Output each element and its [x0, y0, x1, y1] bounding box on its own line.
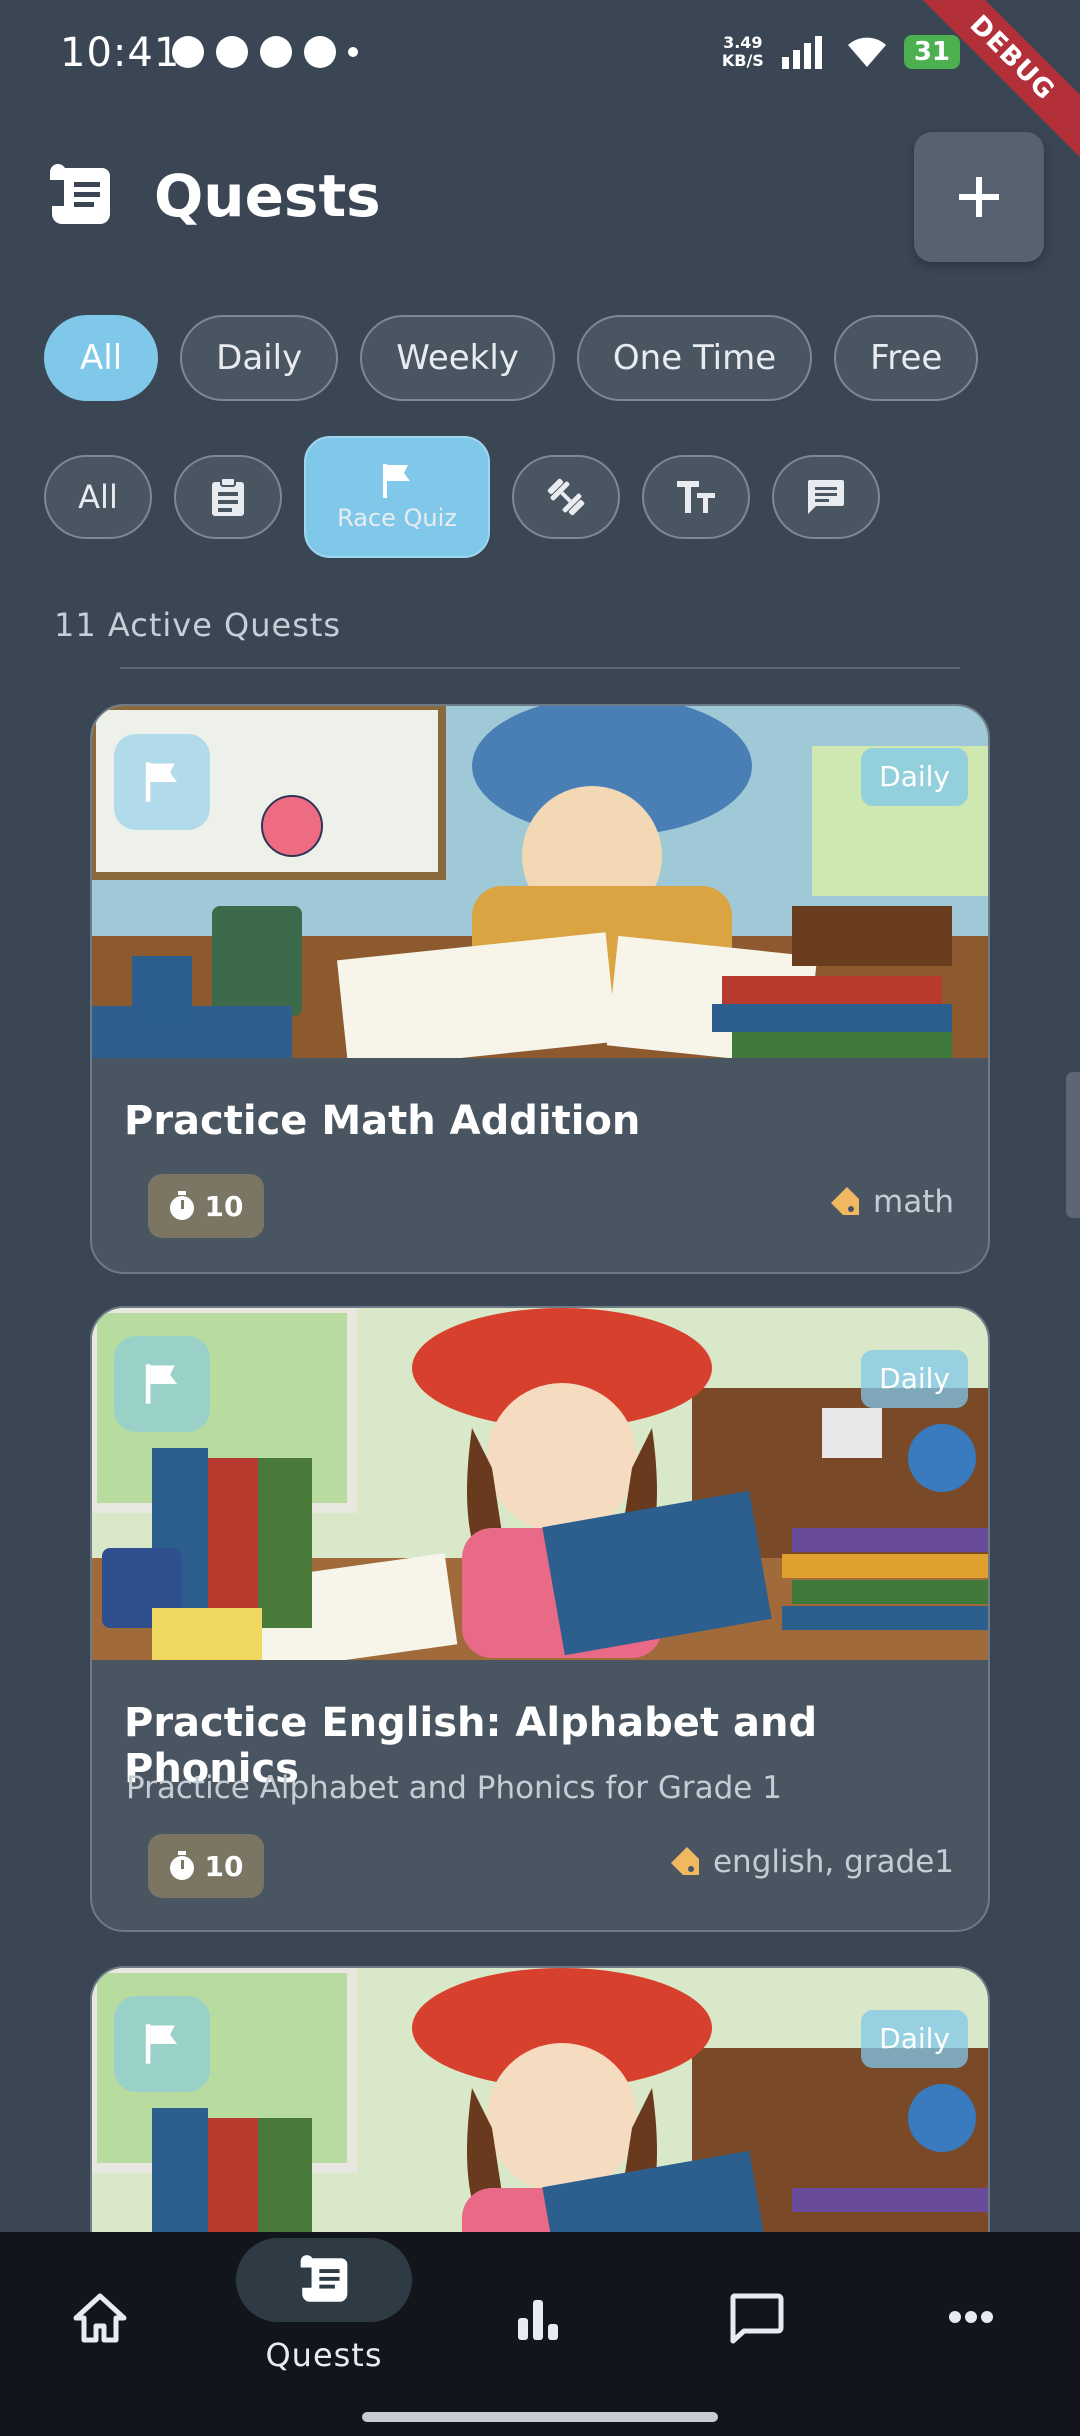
frequency-filter-row: All Daily Weekly One Time Free: [44, 315, 979, 401]
filter-chip-one-time[interactable]: One Time: [576, 315, 813, 401]
filter-chip-daily[interactable]: Daily: [180, 315, 339, 401]
quest-title: Practice Math Addition: [124, 1098, 641, 1144]
type-chip-all[interactable]: All: [44, 455, 152, 539]
filter-chip-weekly[interactable]: Weekly: [360, 315, 555, 401]
stopwatch-icon: [169, 1851, 194, 1880]
page-header: Quests: [44, 130, 1044, 270]
frequency-badge: Daily: [861, 2010, 968, 2068]
nav-home[interactable]: [72, 2292, 128, 2344]
timer-value: 10: [204, 1849, 244, 1883]
quest-image: Daily: [92, 1308, 988, 1660]
quest-type-badge: [114, 1996, 210, 2092]
chat-notification-icon: [216, 36, 248, 68]
type-chip-text[interactable]: [642, 455, 750, 539]
bar-chart-icon: [518, 2300, 558, 2340]
quest-subtitle: Practice Alphabet and Phonics for Grade …: [126, 1770, 782, 1806]
nav-active-indicator: [236, 2238, 412, 2322]
type-chip-chat[interactable]: [772, 455, 880, 539]
tag-icon: [670, 1847, 699, 1875]
whatsapp-icon: [304, 36, 336, 68]
timer-value: 10: [204, 1189, 244, 1223]
filter-chip-all[interactable]: All: [44, 315, 159, 401]
tags-text: english, grade1: [712, 1844, 954, 1880]
frequency-badge: Daily: [861, 1350, 968, 1408]
scroll-icon: [50, 164, 110, 224]
active-quest-count: 11 Active Quests: [54, 606, 342, 644]
tag-icon: [831, 1187, 859, 1215]
chat-icon: [808, 480, 844, 514]
quest-type-badge: [114, 734, 210, 830]
more-icon: [949, 2311, 993, 2323]
notification-icons: [172, 36, 358, 68]
english-illustration: [92, 1968, 988, 2266]
home-icon: [73, 2293, 127, 2343]
timer-badge: 10: [148, 1834, 264, 1898]
more-notifications-icon: [348, 47, 358, 57]
frequency-badge: Daily: [861, 748, 968, 806]
type-chip-race-quiz-label: Race Quiz: [337, 504, 457, 532]
quest-card[interactable]: Daily Practice Math Addition 10 math: [90, 704, 990, 1274]
flag-icon: [145, 762, 178, 802]
nav-label: Quests: [265, 2336, 383, 2374]
chat-icon: [730, 2293, 784, 2344]
nav-more[interactable]: [948, 2310, 994, 2324]
flag-icon: [145, 1364, 178, 1404]
type-chip-clipboard[interactable]: [174, 455, 282, 539]
battery-indicator: 31: [903, 35, 960, 69]
network-speed: 3.49 KB/S: [722, 34, 764, 70]
add-quest-button[interactable]: [914, 132, 1044, 262]
bottom-navigation: Quests: [0, 2232, 1080, 2436]
timer-badge: 10: [148, 1174, 264, 1238]
quest-image: Daily: [92, 706, 988, 1058]
type-chip-race-quiz[interactable]: Race Quiz: [304, 436, 490, 558]
stopwatch-icon: [169, 1191, 194, 1220]
status-time: 10:41: [60, 30, 181, 76]
english-illustration: [92, 1308, 988, 1660]
math-illustration: [92, 706, 988, 1058]
type-filter-row: All Race Quiz: [44, 436, 880, 558]
text-size-icon: [677, 481, 715, 513]
facebook-icon: [260, 36, 292, 68]
gesture-bar[interactable]: [362, 2412, 718, 2422]
filter-chip-free[interactable]: Free: [834, 315, 979, 401]
scrollbar[interactable]: [1066, 1072, 1080, 1218]
quest-card[interactable]: Daily Practice English: Alphabet and Pho…: [90, 1306, 990, 1932]
quest-image: Daily: [92, 1968, 988, 2266]
clipboard-icon: [212, 477, 244, 516]
dumbbell-icon: [547, 478, 585, 516]
nav-quests[interactable]: Quests: [236, 2238, 412, 2374]
quest-tags: english, grade1: [667, 1844, 954, 1880]
nav-chat[interactable]: [728, 2292, 784, 2344]
flag-icon: [383, 464, 410, 498]
network-speed-value: 3.49: [723, 33, 763, 52]
type-chip-all-label: All: [78, 478, 118, 516]
page-title: Quests: [154, 162, 381, 230]
quest-card[interactable]: Daily: [90, 1966, 990, 2266]
type-chip-fitness[interactable]: [512, 455, 620, 539]
scroll-icon: [300, 2255, 348, 2302]
tags-text: math: [873, 1184, 954, 1220]
wifi-icon: [847, 37, 886, 67]
network-speed-unit: KB/S: [721, 51, 764, 70]
quest-type-badge: [114, 1336, 210, 1432]
plus-icon: [959, 177, 999, 217]
quest-tags: math: [827, 1184, 954, 1220]
system-status: 3.49 KB/S 31: [722, 34, 960, 70]
divider: [120, 667, 960, 669]
nav-stats[interactable]: [514, 2294, 562, 2342]
flag-icon: [145, 2024, 178, 2064]
signal-icon: [781, 36, 822, 69]
notification-icon: [172, 36, 204, 68]
status-bar: 10:41 3.49 KB/S 31 DEBUG: [0, 0, 1080, 159]
